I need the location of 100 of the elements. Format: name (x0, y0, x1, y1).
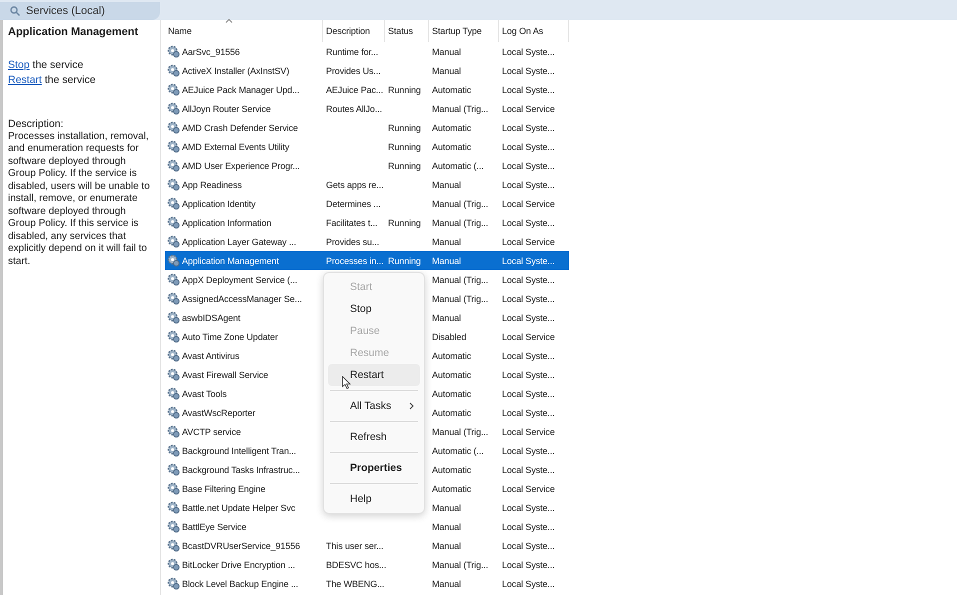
table-cell: Running (388, 122, 421, 132)
menu-item[interactable]: Help (328, 488, 420, 510)
table-cell: Processes in... (326, 256, 384, 266)
gear-icon (167, 501, 180, 514)
action-link[interactable]: Restart (8, 74, 42, 86)
table-cell: Automatic (432, 408, 472, 418)
table-cell: Manual (Trig... (432, 294, 488, 304)
table-cell[interactable]: BitLocker Drive Encryption ... (182, 560, 296, 570)
table-cell: Manual (432, 46, 461, 56)
table-cell: Automatic (432, 84, 472, 94)
table-cell[interactable]: AEJuice Pack Manager Upd... (182, 84, 300, 94)
table-cell[interactable]: Background Intelligent Tran... (182, 446, 296, 456)
table-cell: Local Service (502, 484, 555, 494)
table-cell: Manual (432, 312, 461, 322)
table-cell: Local Syste... (502, 388, 555, 398)
table-cell[interactable]: AarSvc_91556 (182, 46, 240, 56)
gear-icon (167, 83, 180, 96)
gear-icon (167, 254, 180, 267)
table-cell[interactable]: aswbIDSAgent (182, 312, 240, 322)
gear-icon (167, 159, 180, 172)
table-cell: Manual (Trig... (432, 274, 488, 284)
table-cell[interactable]: AMD External Events Utility (182, 142, 290, 152)
gear-icon (167, 311, 180, 324)
table-cell[interactable]: App Readiness (182, 180, 242, 190)
window-tab[interactable]: Services (Local) (0, 2, 160, 20)
table-cell: Local Service (502, 426, 555, 436)
table-cell[interactable]: AMD User Experience Progr... (182, 160, 300, 170)
table-cell: Local Syste... (502, 370, 555, 380)
table-cell: Local Syste... (502, 274, 555, 284)
table-cell[interactable]: BattlEye Service (182, 522, 246, 532)
table-cell[interactable]: Auto Time Zone Updater (182, 332, 278, 342)
table-cell[interactable]: Battle.net Update Helper Svc (182, 502, 296, 512)
table-cell: Manual (432, 578, 461, 588)
column-header[interactable]: Status (385, 20, 429, 42)
table-cell: Manual (432, 522, 461, 532)
table-cell: Manual (Trig... (432, 218, 488, 228)
menu-item[interactable]: All Tasks (328, 395, 420, 417)
table-cell[interactable]: ActiveX Installer (AxInstSV) (182, 66, 290, 76)
chevron-right-icon (409, 402, 414, 410)
table-cell: The WBENG... (326, 578, 384, 588)
search-icon (10, 6, 20, 16)
gear-icon (167, 577, 180, 590)
table-cell: Running (388, 256, 421, 266)
table-cell: Local Service (502, 332, 555, 342)
menu-item[interactable]: Properties (328, 457, 420, 479)
gear-icon (167, 425, 180, 438)
menu-item[interactable]: Restart (328, 364, 420, 386)
column-header[interactable]: Log On As (499, 20, 569, 42)
column-header[interactable]: Name (165, 20, 323, 42)
table-cell[interactable]: AvastWscReporter (182, 408, 256, 418)
table-cell: Manual (432, 66, 461, 76)
table-cell: Manual (432, 236, 461, 246)
gear-icon (167, 520, 180, 533)
menu-item[interactable]: Refresh (328, 426, 420, 448)
table-cell[interactable]: Application Information (182, 218, 272, 228)
table-cell[interactable]: BcastDVRUserService_91556 (182, 540, 300, 550)
column-header[interactable]: Description (323, 20, 385, 42)
table-cell: Local Syste... (502, 294, 555, 304)
table-cell[interactable]: Base Filtering Engine (182, 484, 266, 494)
gear-icon (167, 482, 180, 495)
table-cell[interactable]: Avast Tools (182, 388, 227, 398)
table-cell: Manual (Trig... (432, 560, 488, 570)
action-link[interactable]: Stop (8, 59, 30, 71)
table-cell: Routes AllJo... (326, 104, 382, 114)
table-cell: Automatic (... (432, 446, 484, 456)
table-cell: Local Syste... (502, 160, 555, 170)
gear-icon (167, 349, 180, 362)
menu-item[interactable]: Stop (328, 298, 420, 320)
table-cell: Determines ... (326, 198, 381, 208)
table-cell[interactable]: Application Identity (182, 198, 256, 208)
gear-icon (167, 292, 180, 305)
selected-row[interactable]: Application Management Processes in... Running Manual Local Syste... (165, 251, 569, 270)
table-cell[interactable]: AMD Crash Defender Service (182, 122, 298, 132)
table-cell: Running (388, 84, 421, 94)
table-cell[interactable]: AssignedAccessManager Se... (182, 294, 302, 304)
table-cell: Running (388, 160, 421, 170)
column-header[interactable]: Startup Type (429, 20, 499, 42)
table-cell: Running (388, 218, 421, 228)
table-cell: BDESVC hos... (326, 560, 386, 570)
gear-icon (167, 216, 180, 229)
gear-icon (167, 406, 180, 419)
table-cell[interactable]: Block Level Backup Engine ... (182, 578, 298, 588)
table-cell[interactable]: AllJoyn Router Service (182, 104, 271, 114)
table-cell: Automatic (432, 484, 472, 494)
table-cell[interactable]: AppX Deployment Service (... (182, 274, 298, 284)
table-cell[interactable]: Avast Firewall Service (182, 370, 268, 380)
table-cell: Local Service (502, 236, 555, 246)
gear-icon (167, 121, 180, 134)
table-cell[interactable]: AVCTP service (182, 426, 241, 436)
table-cell: Local Syste... (502, 256, 555, 266)
table-cell: Local Syste... (502, 502, 555, 512)
gear-icon (167, 444, 180, 457)
table-cell[interactable]: Application Layer Gateway ... (182, 236, 296, 246)
table-cell: Automatic (432, 350, 472, 360)
table-cell: Manual (432, 180, 461, 190)
table-cell[interactable]: Background Tasks Infrastruc... (182, 464, 300, 474)
table-cell[interactable]: Avast Antivirus (182, 350, 240, 360)
gear-icon (167, 178, 180, 191)
table-cell: Local Syste... (502, 350, 555, 360)
gear-icon (167, 197, 180, 210)
